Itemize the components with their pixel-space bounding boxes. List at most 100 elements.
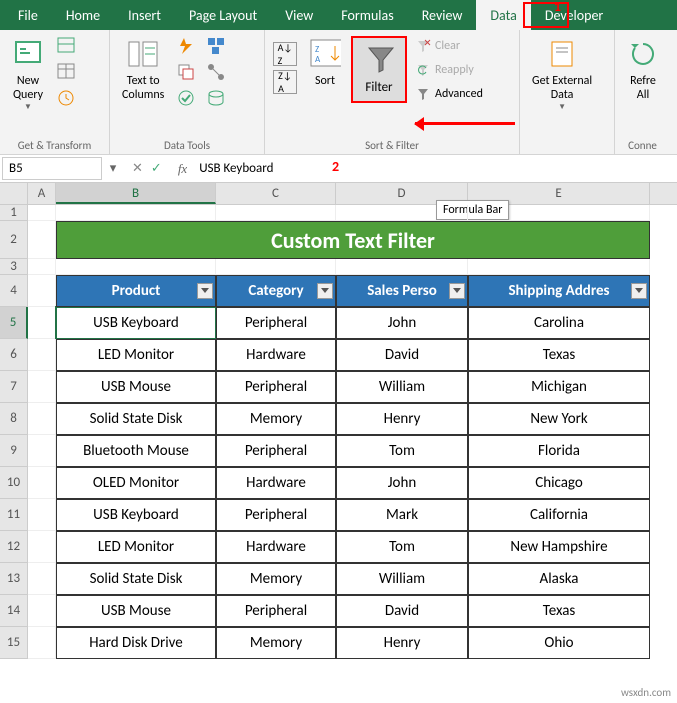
cell[interactable] [28,275,56,307]
table-cell[interactable]: Peripheral [216,307,336,339]
table-cell[interactable]: New York [468,403,650,435]
cell[interactable] [56,205,216,221]
row-header[interactable]: 12 [0,531,28,563]
table-cell[interactable]: Solid State Disk [56,403,216,435]
sort-ascending-button[interactable]: A↓Z [273,42,297,66]
cell[interactable] [28,339,56,371]
table-header-cell[interactable]: Product [56,275,216,307]
table-cell[interactable]: USB Mouse [56,371,216,403]
tab-insert[interactable]: Insert [114,0,175,30]
filter-button[interactable]: Filter [351,36,407,103]
cell[interactable] [216,205,336,221]
table-cell[interactable]: Florida [468,435,650,467]
table-cell[interactable]: Henry [336,627,468,659]
row-header[interactable]: 13 [0,563,28,595]
cell[interactable] [336,259,468,275]
table-cell[interactable]: Texas [468,339,650,371]
filter-dropdown-button[interactable] [449,283,465,299]
fx-icon[interactable]: fx [172,161,193,177]
table-cell[interactable]: Chicago [468,467,650,499]
cell[interactable] [28,595,56,627]
table-cell[interactable]: Carolina [468,307,650,339]
tab-data[interactable]: Data [476,0,530,30]
flash-fill-icon[interactable] [176,36,198,58]
filter-dropdown-button[interactable] [197,283,213,299]
sort-button[interactable]: ZA Sort [303,34,347,92]
formula-input[interactable] [193,158,677,179]
table-cell[interactable]: Alaska [468,563,650,595]
tab-home[interactable]: Home [52,0,114,30]
table-cell[interactable]: Peripheral [216,595,336,627]
name-box-dropdown[interactable]: ▾ [104,161,122,176]
tab-page-layout[interactable]: Page Layout [175,0,271,30]
table-cell[interactable]: New Hampshire [468,531,650,563]
col-header-c[interactable]: C [216,183,336,204]
table-cell[interactable]: OLED Monitor [56,467,216,499]
cell[interactable] [336,205,468,221]
row-header[interactable]: 15 [0,627,28,659]
table-cell[interactable]: USB Keyboard [56,307,216,339]
row-header[interactable]: 6 [0,339,28,371]
row-header[interactable]: 5 [0,307,28,339]
cell[interactable] [468,259,650,275]
table-cell[interactable]: David [336,339,468,371]
table-cell[interactable]: Henry [336,403,468,435]
row-header[interactable]: 14 [0,595,28,627]
col-header-b[interactable]: B [56,183,216,204]
table-cell[interactable]: Memory [216,403,336,435]
from-table-icon[interactable] [56,62,78,84]
table-cell[interactable]: Tom [336,531,468,563]
cell[interactable] [28,221,56,259]
table-cell[interactable]: Peripheral [216,371,336,403]
clear-filter-button[interactable]: Clear [415,38,483,54]
table-cell[interactable]: David [336,595,468,627]
get-external-data-button[interactable]: Get External Data ▼ [526,34,598,116]
table-cell[interactable]: Bluetooth Mouse [56,435,216,467]
table-title[interactable]: Custom Text Filter [56,221,650,259]
cell[interactable] [216,259,336,275]
filter-dropdown-button[interactable] [317,283,333,299]
consolidate-icon[interactable] [206,36,228,58]
cell[interactable] [28,531,56,563]
table-cell[interactable]: Hardware [216,467,336,499]
row-header[interactable]: 11 [0,499,28,531]
cell[interactable] [56,259,216,275]
table-cell[interactable]: Memory [216,627,336,659]
cell[interactable] [468,205,650,221]
table-cell[interactable]: LED Monitor [56,339,216,371]
tab-file[interactable]: File [4,0,52,30]
table-cell[interactable]: Michigan [468,371,650,403]
table-cell[interactable]: Hardware [216,531,336,563]
col-header-a[interactable]: A [28,183,56,204]
show-queries-icon[interactable] [56,36,78,58]
confirm-formula-icon[interactable]: ✓ [151,161,162,176]
table-cell[interactable]: Mark [336,499,468,531]
table-cell[interactable]: Texas [468,595,650,627]
data-validation-icon[interactable] [176,88,198,110]
advanced-filter-button[interactable]: Advanced [415,86,483,102]
table-cell[interactable]: John [336,307,468,339]
table-cell[interactable]: USB Keyboard [56,499,216,531]
manage-data-model-icon[interactable] [206,88,228,110]
cell[interactable] [28,563,56,595]
table-cell[interactable]: William [336,371,468,403]
tab-view[interactable]: View [271,0,327,30]
cell[interactable] [28,307,56,339]
cancel-formula-icon[interactable]: ✕ [132,161,143,176]
cell[interactable] [28,371,56,403]
table-cell[interactable]: California [468,499,650,531]
row-header[interactable]: 2 [0,221,28,259]
cell[interactable] [28,627,56,659]
cell[interactable] [28,467,56,499]
reapply-button[interactable]: Reapply [415,62,483,78]
tab-developer[interactable]: Developer [531,0,617,30]
table-cell[interactable]: Peripheral [216,499,336,531]
cell[interactable] [28,259,56,275]
cell[interactable] [28,403,56,435]
tab-formulas[interactable]: Formulas [327,0,407,30]
sort-descending-button[interactable]: Z↓A [273,70,297,94]
table-cell[interactable]: Hardware [216,339,336,371]
relationships-icon[interactable] [206,62,228,84]
table-cell[interactable]: Tom [336,435,468,467]
table-cell[interactable]: LED Monitor [56,531,216,563]
